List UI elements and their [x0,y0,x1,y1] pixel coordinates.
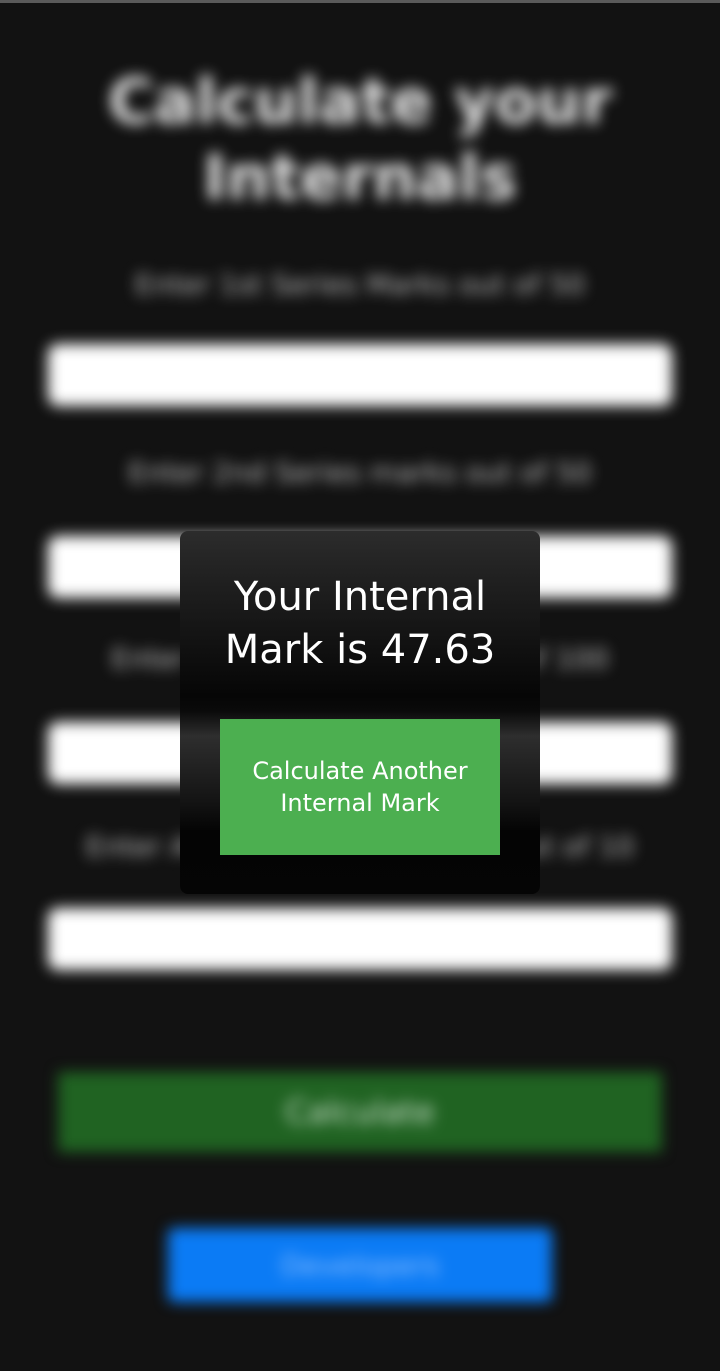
field-label-series1: Enter 1st Series Marks out of 50 [134,268,586,301]
series1-input[interactable] [48,344,672,406]
result-dialog: Your Internal Mark is 47.63 Calculate An… [180,531,540,894]
field-label-series2: Enter 2nd Series marks out of 50 [128,456,592,489]
calculate-another-button[interactable]: Calculate Another Internal Mark [220,719,500,855]
calculate-button[interactable]: Calculate [58,1072,662,1152]
page-title: Calculate your Internals [108,65,612,214]
result-message: Your Internal Mark is 47.63 [224,574,496,673]
developers-button[interactable]: Developers [168,1228,552,1302]
attendance-input[interactable] [48,908,672,970]
